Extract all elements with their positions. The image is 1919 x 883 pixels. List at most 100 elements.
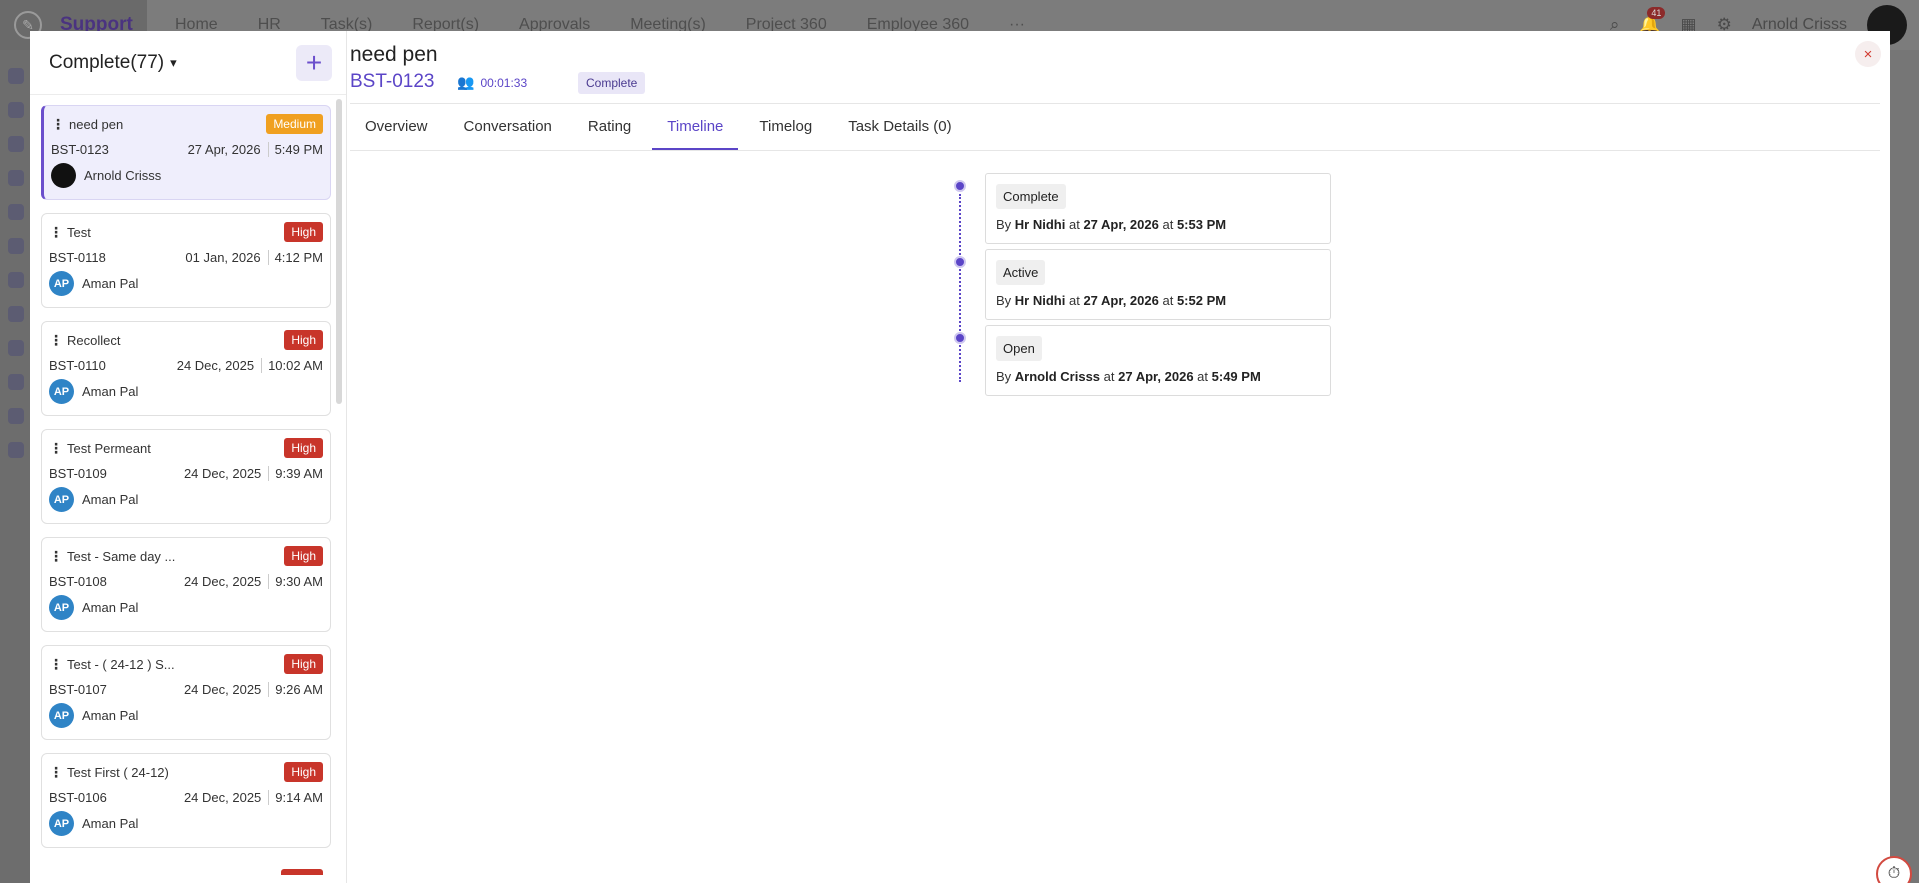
background-sidebar — [0, 50, 30, 883]
at-label: at — [1162, 217, 1174, 232]
add-task-button[interactable]: + — [296, 44, 332, 81]
tab-timelog[interactable]: Timelog — [744, 118, 827, 150]
drag-handle-icon[interactable]: ⋮ — [49, 332, 63, 349]
task-card[interactable]: ⋮ Test First ( 24-12) High BST-0106 24 Dec, … — [41, 753, 331, 848]
sidebar-icon[interactable] — [8, 102, 24, 118]
timeline-date: 27 Apr, 2026 — [1118, 369, 1194, 384]
task-date: 27 Apr, 2026 — [187, 142, 261, 157]
assignee-name: Aman Pal — [82, 600, 139, 615]
task-list-panel: Complete(77) ▾ + ⋮ need pen Medium BST-0123… — [30, 31, 347, 883]
timeline-dot — [954, 180, 966, 192]
task-list-header: Complete(77) ▾ + — [30, 31, 346, 95]
at-label: at — [1068, 293, 1080, 308]
task-code[interactable]: BST-0123 — [350, 71, 435, 93]
tab-conversation[interactable]: Conversation — [449, 118, 567, 150]
sidebar-icon[interactable] — [8, 408, 24, 424]
task-code: BST-0106 — [49, 790, 107, 805]
by-prefix: By — [996, 293, 1012, 308]
scrollbar[interactable] — [336, 99, 342, 404]
task-assignee: AP Aman Pal — [49, 595, 323, 620]
task-card-meta: BST-0106 24 Dec, 2025 9:14 AM — [49, 790, 323, 805]
timeline-entry: Complete By Hr Nidhi at 27 Apr, 2026 at 5… — [985, 173, 1331, 244]
status-filter-dropdown[interactable]: Complete(77) ▾ — [49, 52, 177, 74]
timeline-meta: By Hr Nidhi at 27 Apr, 2026 at 5:53 PM — [996, 217, 1320, 232]
timeline-entry: Active By Hr Nidhi at 27 Apr, 2026 at 5:5… — [985, 249, 1331, 320]
task-card[interactable]: ⋮ Test - ( 24-12 ) S... High BST-0107 24 Dec… — [41, 645, 331, 740]
timeline-meta: By Hr Nidhi at 27 Apr, 2026 at 5:52 PM — [996, 293, 1320, 308]
task-detail-panel: need pen BST-0123 👥 00:01:33 Complete × … — [350, 31, 1890, 883]
task-date: 24 Dec, 2025 — [176, 358, 255, 373]
task-card-meta: BST-0107 24 Dec, 2025 9:26 AM — [49, 682, 323, 697]
drag-handle-icon[interactable]: ⋮ — [49, 764, 63, 781]
by-prefix: By — [996, 217, 1012, 232]
timer-value: 00:01:33 — [480, 75, 528, 90]
task-card-header: ⋮ Test Permeant High — [49, 438, 323, 458]
task-name: Test - ( 24-12 ) S... — [67, 656, 175, 672]
timeline-status: Active — [996, 260, 1046, 285]
close-button[interactable]: × — [1855, 41, 1881, 67]
task-time: 9:30 AM — [268, 574, 323, 589]
sidebar-icon[interactable] — [8, 68, 24, 84]
at-label: at — [1068, 217, 1080, 232]
task-assignee: AP Aman Pal — [49, 271, 323, 296]
avatar — [51, 163, 76, 188]
timeline-time: 5:52 PM — [1176, 293, 1227, 308]
priority-badge: High — [284, 546, 323, 566]
users-icon: 👥 — [457, 74, 475, 90]
task-card[interactable]: ⋮ Recollect High BST-0110 24 Dec, 2025 10:02 … — [41, 321, 331, 416]
notification-badge: 41 — [1647, 7, 1666, 19]
drag-handle-icon[interactable]: ⋮ — [49, 548, 63, 565]
sidebar-icon[interactable] — [8, 170, 24, 186]
task-card[interactable]: ⋮ Test - Same day ... High BST-0108 24 Dec, … — [41, 537, 331, 632]
assignee-name: Aman Pal — [82, 384, 139, 399]
task-assignee: AP Aman Pal — [49, 811, 323, 836]
at-label: at — [1162, 293, 1174, 308]
sidebar-icon[interactable] — [8, 306, 24, 322]
sidebar-icon[interactable] — [8, 238, 24, 254]
task-name: Test Permeant — [67, 440, 151, 456]
tab-task-details[interactable]: Task Details (0) — [833, 118, 966, 150]
priority-badge: High — [284, 654, 323, 674]
next-card-priority-peek — [281, 869, 323, 875]
task-card-header: ⋮ Test High — [49, 222, 323, 242]
assignee-name: Aman Pal — [82, 276, 139, 291]
sidebar-icon[interactable] — [8, 272, 24, 288]
priority-badge: High — [284, 762, 323, 782]
divider — [350, 103, 1880, 104]
timeline-entry: Open By Arnold Crisss at 27 Apr, 2026 at … — [985, 325, 1331, 396]
task-date: 24 Dec, 2025 — [183, 682, 262, 697]
task-card[interactable]: ⋮ Test Permeant High BST-0109 24 Dec, 2025 9:… — [41, 429, 331, 524]
chevron-down-icon: ▾ — [170, 54, 177, 70]
timeline-time: 5:53 PM — [1176, 217, 1227, 232]
task-time: 4:12 PM — [267, 250, 323, 265]
sidebar-icon[interactable] — [8, 442, 24, 458]
drag-handle-icon[interactable]: ⋮ — [49, 656, 63, 673]
task-card[interactable]: ⋮ need pen Medium BST-0123 27 Apr, 2026 5:49 … — [41, 105, 331, 200]
drag-handle-icon[interactable]: ⋮ — [49, 440, 63, 457]
tab-timeline[interactable]: Timeline — [652, 118, 739, 150]
task-time: 9:26 AM — [268, 682, 323, 697]
task-code: BST-0108 — [49, 574, 107, 589]
sidebar-icon[interactable] — [8, 136, 24, 152]
task-code: BST-0109 — [49, 466, 107, 481]
task-time: 9:14 AM — [268, 790, 323, 805]
task-name: Recollect — [67, 332, 121, 348]
drag-handle-icon[interactable]: ⋮ — [51, 116, 65, 133]
tab-overview[interactable]: Overview — [350, 118, 443, 150]
timeline-date: 27 Apr, 2026 — [1083, 217, 1159, 232]
stopwatch-icon: ⏱ — [1887, 865, 1901, 882]
task-date: 24 Dec, 2025 — [183, 466, 262, 481]
task-card[interactable]: ⋮ Test High BST-0118 01 Jan, 2026 4:12 PM AP Am… — [41, 213, 331, 308]
timeline-status: Open — [996, 336, 1042, 361]
tab-rating[interactable]: Rating — [573, 118, 646, 150]
drag-handle-icon[interactable]: ⋮ — [49, 224, 63, 241]
sidebar-icon[interactable] — [8, 340, 24, 356]
timeline-user: Arnold Crisss — [1014, 369, 1101, 384]
task-card-header: ⋮ Recollect High — [49, 330, 323, 350]
task-code: BST-0110 — [49, 358, 106, 373]
sidebar-icon[interactable] — [8, 204, 24, 220]
sidebar-icon[interactable] — [8, 374, 24, 390]
task-time: 10:02 AM — [261, 358, 323, 373]
assignee-name: Aman Pal — [82, 492, 139, 507]
task-card-header: ⋮ need pen Medium — [51, 114, 323, 134]
